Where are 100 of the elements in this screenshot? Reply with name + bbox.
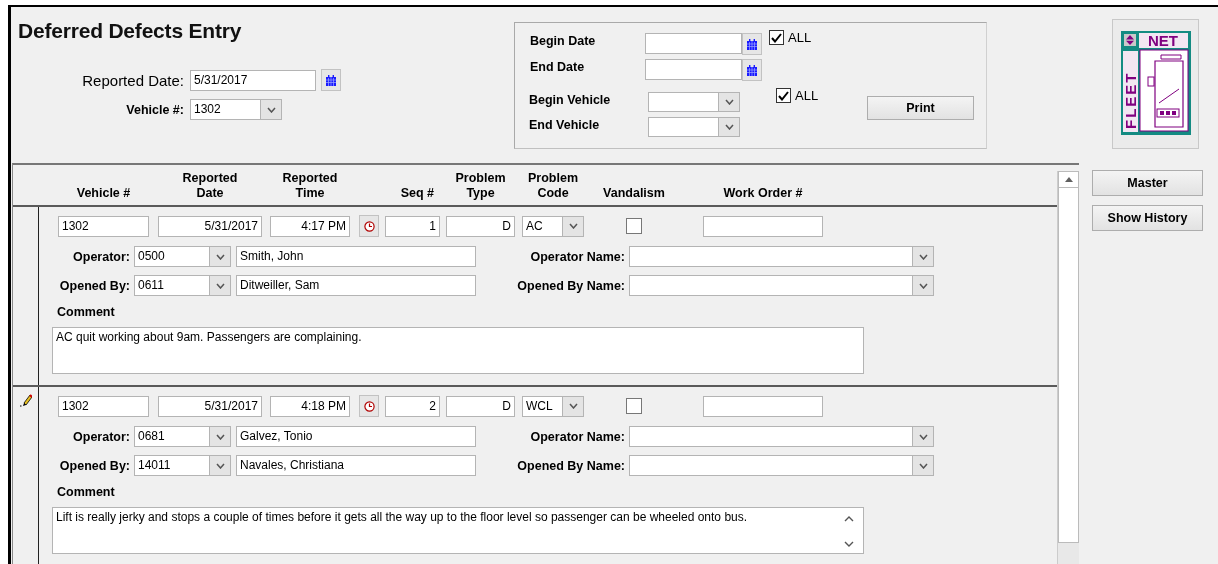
opened-by-name-field[interactable]: Ditweiller, Sam: [236, 275, 476, 296]
opened-by-name-dropdown[interactable]: [629, 275, 934, 296]
field-label: Begin Vehicle: [529, 92, 612, 107]
check-icon: [778, 90, 789, 101]
checkbox[interactable]: [626, 398, 642, 414]
chevron-down-icon: [215, 433, 225, 440]
arrows-icon: [1124, 34, 1136, 46]
comment-field[interactable]: AC quit working about 9am. Passengers are complaining.: [52, 327, 864, 374]
opened-by-code-dropdown[interactable]: 0611: [134, 275, 231, 296]
calendar-button[interactable]: [742, 59, 762, 81]
begin-vehicle-dropdown[interactable]: [648, 92, 740, 112]
vehicle-dropdown[interactable]: 1302: [190, 99, 282, 120]
clock-icon: [363, 220, 375, 232]
operator-name-dropdown[interactable]: [629, 426, 934, 447]
begin-date-field[interactable]: [645, 33, 742, 54]
logo-text: NET: [1148, 32, 1178, 49]
chevron-down-icon: [568, 403, 578, 409]
field-label: Operator:: [72, 249, 131, 264]
chevron-down-icon: [215, 282, 225, 289]
opened-by-name-dropdown[interactable]: [629, 455, 934, 476]
field-label: End Vehicle: [529, 117, 601, 132]
scroll-up-icon: [1064, 177, 1073, 182]
pencil-icon: [19, 393, 32, 407]
calendar-icon: [747, 64, 757, 76]
reported-date-field[interactable]: 5/31/2017: [158, 215, 262, 237]
field-label: Begin Date: [530, 33, 597, 48]
chevron-down-icon: [844, 541, 854, 547]
reported-time-field[interactable]: 4:17 PM: [270, 215, 350, 237]
column-header: Reported Date: [181, 171, 239, 201]
operator-name-field[interactable]: Galvez, Tonio: [236, 426, 476, 447]
problem-code-dropdown[interactable]: WCL: [522, 395, 584, 417]
calendar-button[interactable]: [321, 69, 341, 91]
chevron-down-icon: [215, 462, 225, 469]
window-title: Deferred Defects Entry: [18, 19, 243, 43]
column-header: Work Order #: [722, 186, 804, 201]
column-header: Problem Type: [454, 171, 507, 201]
problem-type-field[interactable]: D: [446, 395, 515, 417]
comment-field[interactable]: Lift is really jerky and stops a couple of times before it gets all the way up to the floor level so passenger can be wheeled onto bus.: [52, 507, 864, 554]
end-vehicle-dropdown[interactable]: [648, 117, 740, 137]
scrollbar[interactable]: [1057, 171, 1079, 564]
field-label: End Date: [530, 59, 586, 74]
field-label: Opened By Name:: [516, 458, 626, 473]
chevron-down-icon: [568, 223, 578, 229]
calendar-button[interactable]: [742, 33, 762, 55]
chevron-down-icon: [266, 106, 276, 113]
vehicle-field[interactable]: 1302: [58, 395, 149, 417]
chevron-down-icon: [918, 462, 928, 469]
checkbox-label: ALL: [795, 88, 819, 103]
chevron-down-icon: [918, 282, 928, 289]
operator-name-dropdown[interactable]: [629, 246, 934, 267]
checkbox[interactable]: [776, 88, 791, 103]
column-header: Reported Time: [281, 171, 339, 201]
column-header: Problem Code: [527, 171, 579, 201]
opened-by-name-field[interactable]: Navales, Christiana: [236, 455, 476, 476]
operator-code-dropdown[interactable]: 0681: [134, 426, 231, 447]
field-label: Comment: [57, 485, 116, 499]
work-order-field[interactable]: [703, 215, 823, 237]
checkbox[interactable]: [769, 30, 784, 45]
problem-type-field[interactable]: D: [446, 215, 515, 237]
field-label: Reported Date:: [81, 71, 185, 89]
column-header: Vehicle #: [75, 186, 132, 201]
chevron-up-icon: [844, 516, 854, 522]
end-date-field[interactable]: [645, 59, 742, 80]
problem-code-dropdown[interactable]: AC: [522, 215, 584, 237]
field-label: Opened By Name:: [516, 278, 626, 293]
field-label: Operator Name:: [529, 429, 626, 444]
checkbox-label: ALL: [788, 30, 812, 45]
clock-button[interactable]: [359, 395, 379, 417]
reported-date-field[interactable]: 5/31/2017: [158, 395, 262, 417]
field-label: Operator:: [72, 429, 131, 444]
field-label: Opened By:: [58, 458, 131, 473]
field-label: Opened By:: [58, 278, 131, 293]
chevron-down-icon: [724, 124, 734, 130]
column-header: Seq #: [399, 186, 435, 201]
work-order-field[interactable]: [703, 395, 823, 417]
clock-button[interactable]: [359, 215, 379, 237]
vehicle-field[interactable]: 1302: [58, 215, 149, 237]
field-label: Operator Name:: [529, 249, 626, 264]
checkbox[interactable]: [626, 218, 642, 234]
chevron-down-icon: [724, 99, 734, 105]
reported-date-field[interactable]: 5/31/2017: [190, 69, 316, 91]
print-button[interactable]: Print: [867, 96, 974, 120]
master-button[interactable]: Master: [1092, 170, 1203, 196]
check-icon: [771, 32, 782, 43]
calendar-icon: [747, 38, 757, 50]
reported-time-field[interactable]: 4:18 PM: [270, 395, 350, 417]
seq-field[interactable]: 1: [385, 215, 440, 237]
calendar-icon: [326, 74, 336, 86]
chevron-down-icon: [918, 253, 928, 260]
field-label: Vehicle #:: [125, 102, 185, 117]
show-history-button[interactable]: Show History: [1092, 205, 1203, 231]
clock-icon: [363, 400, 375, 412]
logo-text: FLEET: [1122, 71, 1139, 129]
seq-field[interactable]: 2: [385, 395, 440, 417]
operator-name-field[interactable]: Smith, John: [236, 246, 476, 267]
field-label: Comment: [57, 305, 116, 319]
column-header: Vandalism: [602, 186, 666, 201]
operator-code-dropdown[interactable]: 0500: [134, 246, 231, 267]
opened-by-code-dropdown[interactable]: 14011: [134, 455, 231, 476]
chevron-down-icon: [215, 253, 225, 260]
